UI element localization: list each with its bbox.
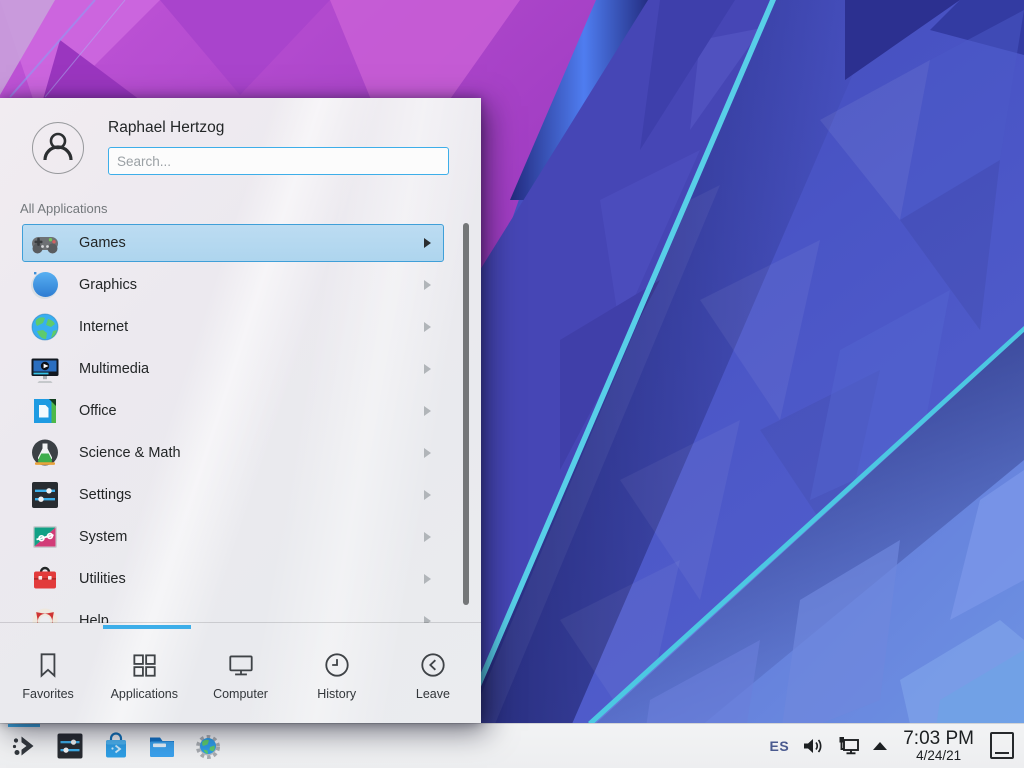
volume-icon[interactable]: [801, 734, 825, 758]
category-system[interactable]: System: [0, 516, 481, 558]
category-office[interactable]: Office: [0, 390, 481, 432]
taskbar-panel: ES 7:03 PM 4/24/21: [0, 723, 1024, 768]
submenu-arrow-icon: [424, 238, 431, 248]
category-settings[interactable]: Settings: [0, 474, 481, 516]
category-label: Games: [79, 235, 424, 251]
menu-header: Raphael Hertzog: [0, 98, 481, 186]
kde-launcher-icon: [9, 731, 39, 761]
tab-applications[interactable]: Applications: [96, 628, 192, 723]
list-scrollbar[interactable]: [463, 223, 469, 605]
sliders-icon: [29, 479, 61, 511]
paint-sphere-icon: [29, 269, 61, 301]
submenu-arrow-icon: [424, 322, 431, 332]
clock-icon: [322, 650, 352, 680]
tabbar-divider: [0, 622, 481, 623]
digital-clock[interactable]: 7:03 PM 4/24/21: [903, 729, 974, 763]
office-document-icon: [29, 395, 61, 427]
category-label: Office: [79, 403, 424, 419]
submenu-arrow-icon: [424, 280, 431, 290]
globe-icon: [29, 311, 61, 343]
folder-icon: [147, 731, 177, 761]
lifebuoy-icon: [29, 605, 61, 623]
submenu-arrow-icon: [424, 490, 431, 500]
tab-favorites[interactable]: Favorites: [0, 628, 96, 723]
show-desktop-button[interactable]: [990, 732, 1014, 759]
category-label: Graphics: [79, 277, 424, 293]
discover-bag-icon: [101, 731, 131, 761]
search-input[interactable]: [108, 147, 449, 175]
grid-icon: [129, 650, 159, 680]
category-help[interactable]: Help: [0, 600, 481, 623]
submenu-arrow-icon: [424, 406, 431, 416]
leave-icon: [418, 650, 448, 680]
category-games[interactable]: Games: [0, 222, 481, 264]
tab-label: Computer: [213, 687, 268, 701]
application-launcher-button[interactable]: [9, 731, 39, 761]
globe-gear-icon: [193, 731, 223, 761]
section-label: All Applications: [20, 201, 107, 216]
user-avatar[interactable]: [32, 122, 84, 174]
system-tray: ES 7:03 PM 4/24/21: [770, 729, 1024, 763]
tab-label: Leave: [416, 687, 450, 701]
category-label: Multimedia: [79, 361, 424, 377]
category-internet[interactable]: Internet: [0, 306, 481, 348]
media-player-icon: [29, 353, 61, 385]
category-label: Internet: [79, 319, 424, 335]
launcher-active-indicator: [8, 724, 40, 727]
category-utilities[interactable]: Utilities: [0, 558, 481, 600]
system-settings-icon: [55, 731, 85, 761]
clock-time: 7:03 PM: [903, 729, 974, 749]
tab-leave[interactable]: Leave: [385, 628, 481, 723]
monitor-icon: [226, 650, 256, 680]
file-manager-button[interactable]: [147, 731, 177, 761]
user-icon: [37, 127, 79, 169]
application-launcher-menu: Raphael Hertzog All Applications Games: [0, 98, 481, 723]
tab-label: Applications: [111, 687, 178, 701]
tab-computer[interactable]: Computer: [192, 628, 288, 723]
submenu-arrow-icon: [424, 448, 431, 458]
discover-store-button[interactable]: [101, 731, 131, 761]
category-science-math[interactable]: Science & Math: [0, 432, 481, 474]
user-name: Raphael Hertzog: [108, 119, 224, 137]
gamepad-icon: [29, 227, 61, 259]
keyboard-layout-indicator[interactable]: ES: [770, 738, 790, 754]
submenu-arrow-icon: [424, 364, 431, 374]
flask-icon: [29, 437, 61, 469]
submenu-arrow-icon: [424, 574, 431, 584]
category-label: System: [79, 529, 424, 545]
expand-tray-icon[interactable]: [873, 742, 887, 750]
system-sliders-icon: [29, 521, 61, 553]
tab-history[interactable]: History: [289, 628, 385, 723]
bookmark-icon: [33, 650, 63, 680]
submenu-arrow-icon: [424, 532, 431, 542]
category-label: Science & Math: [79, 445, 424, 461]
kickoff-tab-bar: Favorites Applications Computer: [0, 628, 481, 723]
category-label: Utilities: [79, 571, 424, 587]
category-label: Settings: [79, 487, 424, 503]
tab-label: Favorites: [22, 687, 73, 701]
web-browser-button[interactable]: [193, 731, 223, 761]
tab-label: History: [317, 687, 356, 701]
clock-date: 4/24/21: [903, 749, 974, 763]
category-multimedia[interactable]: Multimedia: [0, 348, 481, 390]
network-icon[interactable]: [837, 734, 861, 758]
category-list: Games Graphics: [0, 222, 481, 623]
taskbar-launchers: [0, 731, 223, 761]
toolbox-icon: [29, 563, 61, 595]
category-graphics[interactable]: Graphics: [0, 264, 481, 306]
system-settings-button[interactable]: [55, 731, 85, 761]
